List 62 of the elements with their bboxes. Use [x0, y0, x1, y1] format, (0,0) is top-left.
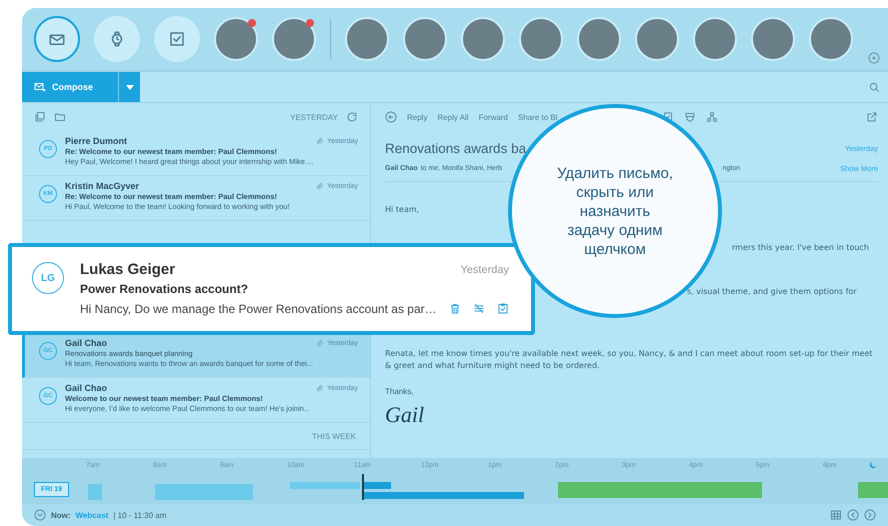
email-subject: Renovations awards ba [385, 141, 526, 156]
event-link[interactable]: Webcast [76, 510, 108, 520]
avatar[interactable] [403, 17, 447, 61]
avatar[interactable] [577, 17, 621, 61]
avatar[interactable] [635, 17, 679, 61]
pop-out-icon[interactable] [866, 111, 878, 123]
view-button[interactable] [94, 16, 140, 62]
caret-icon [126, 84, 134, 90]
avatar[interactable] [751, 17, 795, 61]
email-text: rmers this year. I've been in touch [732, 242, 869, 254]
event-time: | 10 - 11:30 am [113, 510, 166, 520]
message-preview: Hi Nancy, Do we manage the Power Renovations account as par… [80, 302, 437, 316]
now-label: Now: [51, 510, 71, 520]
view-button[interactable] [154, 16, 200, 62]
avatar[interactable] [461, 17, 505, 61]
toolbar-action[interactable]: Forward [478, 112, 508, 122]
refresh-icon[interactable] [346, 111, 358, 123]
message-subject: Power Renovations account? [80, 282, 250, 296]
message-time: Yesterday [460, 264, 509, 276]
sender-name: Gail Chao [65, 338, 108, 348]
avatar[interactable] [345, 17, 389, 61]
compose-button[interactable]: Compose [22, 72, 118, 102]
initials-avatar: LG [32, 262, 64, 294]
sender-name: Lukas Geiger [80, 261, 176, 278]
email-greeting: Hi team, [385, 204, 420, 216]
toolbar-action[interactable]: Reply [407, 112, 428, 122]
email-paragraph: Renata, let me know times you're available next week, so you, Nancy, & and I can meet about room set-up for their meet & greet and what furniture might need to be ordered. [385, 348, 874, 372]
paperclip-icon [316, 137, 324, 145]
date-heading: YESTERDAY [290, 112, 338, 122]
signature: Gail [385, 402, 426, 428]
avatar[interactable] [272, 17, 316, 61]
add-icon[interactable] [868, 52, 880, 64]
sender-name: Gail Chao [65, 383, 108, 393]
search-icon[interactable] [869, 82, 880, 92]
email-text: s, visual theme, and give them options for [687, 286, 857, 298]
compose-menu-button[interactable] [118, 72, 140, 102]
chevron-down-icon[interactable] [34, 509, 46, 521]
avatar[interactable] [809, 17, 853, 61]
email-closing: Thanks, [385, 386, 414, 398]
tray-icon[interactable] [684, 111, 696, 123]
share-nodes-icon[interactable] [706, 111, 718, 123]
callout-text: Удалить письмо, скрыть или назначить задачу одним щелчком [556, 164, 674, 258]
view-button[interactable] [34, 16, 80, 62]
folder-icon[interactable] [54, 111, 66, 123]
envelope-plus-icon [34, 82, 46, 92]
avatar[interactable] [519, 17, 563, 61]
paperclip-icon [316, 384, 324, 392]
paperclip-icon [316, 182, 324, 190]
sender-name: Kristin MacGyver [65, 181, 140, 191]
avatar[interactable] [214, 17, 258, 61]
section-heading: THIS WEEK [22, 423, 370, 450]
moon-icon [868, 460, 878, 470]
toolbar-action[interactable]: Reply All [437, 112, 469, 122]
stack-icon[interactable] [34, 111, 46, 123]
checkbox-icon[interactable] [168, 30, 186, 48]
calendar-event[interactable] [363, 482, 391, 489]
current-time-line [362, 474, 364, 500]
paperclip-icon [316, 339, 324, 347]
sender-name: Pierre Dumont [65, 136, 128, 146]
toolbar-action[interactable]: Share to Bl [518, 112, 558, 122]
grid-icon[interactable] [830, 509, 842, 521]
avatar[interactable] [693, 17, 737, 61]
